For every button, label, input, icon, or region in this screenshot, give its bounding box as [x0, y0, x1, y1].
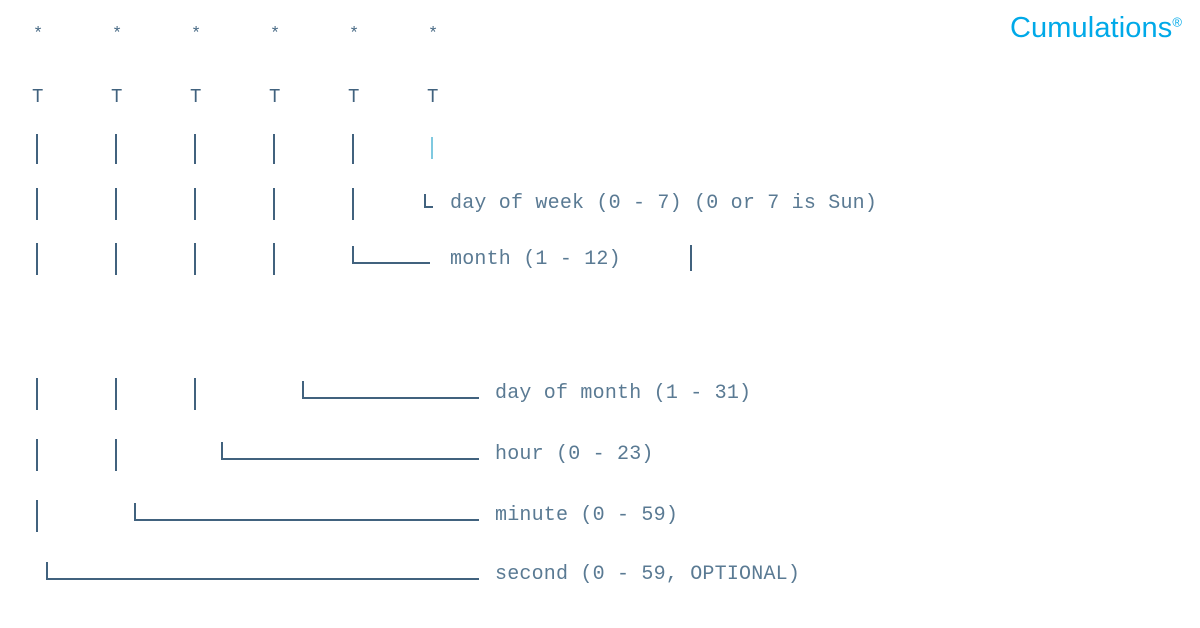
asterisk-marker-hour: *: [191, 25, 202, 44]
pipe-second-row6: [36, 378, 38, 410]
pipe-minute-row6: [115, 378, 117, 410]
pipe-day-of-week-row3: [431, 137, 433, 159]
corner-rule-second: [46, 578, 479, 580]
corner-rule-month: [352, 262, 430, 264]
pipe-second-row4: [36, 188, 38, 220]
pipe-hour-row6: [194, 378, 196, 410]
text-caret: [690, 245, 692, 271]
pipe-hour-row5: [194, 243, 196, 275]
pipe-minute-row3: [115, 134, 117, 164]
corner-rule-minute: [134, 519, 479, 521]
pipe-minute-row4: [115, 188, 117, 220]
field-label-day-of-week: day of week (0 - 7) (0 or 7 is Sun): [450, 192, 878, 215]
pipe-second-row5: [36, 243, 38, 275]
tee-connector-minute: T: [111, 86, 123, 108]
pipe-day-of-month-row3: [273, 134, 275, 164]
tee-connector-day-of-week: T: [427, 86, 439, 108]
asterisk-marker-day-of-month: *: [270, 25, 281, 44]
field-label-day-of-month: day of month (1 - 31): [495, 382, 752, 405]
corner-rule-hour: [221, 458, 479, 460]
tee-connector-hour: T: [190, 86, 202, 108]
pipe-day-of-month-row5: [273, 243, 275, 275]
pipe-day-of-month-row4: [273, 188, 275, 220]
field-label-hour: hour (0 - 23): [495, 443, 654, 466]
corner-rule-day-of-week: [424, 206, 433, 208]
pipe-month-row4: [352, 188, 354, 220]
tee-connector-day-of-month: T: [269, 86, 281, 108]
asterisk-marker-month: *: [349, 25, 360, 44]
field-label-minute: minute (0 - 59): [495, 504, 679, 527]
pipe-month-row3: [352, 134, 354, 164]
asterisk-marker-day-of-week: *: [428, 25, 439, 44]
pipe-minute-row5: [115, 243, 117, 275]
pipe-second-row8: [36, 500, 38, 532]
cron-syntax-diagram: * * * * * * T T T T T T day of week (0 -…: [0, 0, 1200, 628]
pipe-hour-row3: [194, 134, 196, 164]
corner-rule-day-of-month: [302, 397, 479, 399]
asterisk-marker-second: *: [33, 25, 44, 44]
pipe-minute-row7: [115, 439, 117, 471]
pipe-second-row7: [36, 439, 38, 471]
asterisk-marker-minute: *: [112, 25, 123, 44]
field-label-month: month (1 - 12): [450, 248, 621, 271]
pipe-hour-row4: [194, 188, 196, 220]
tee-connector-second: T: [32, 86, 44, 108]
field-label-second: second (0 - 59, OPTIONAL): [495, 563, 801, 586]
pipe-second-row3: [36, 134, 38, 164]
tee-connector-month: T: [348, 86, 360, 108]
